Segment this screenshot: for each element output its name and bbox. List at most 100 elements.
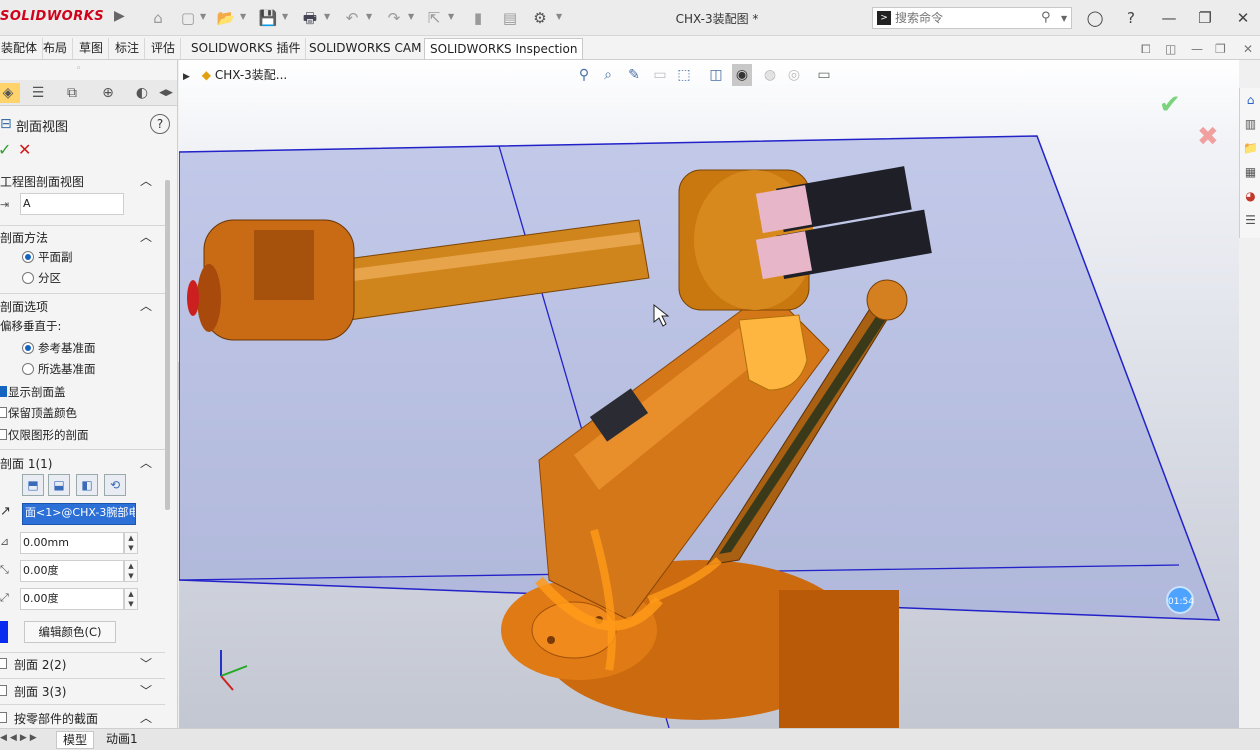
design-library-icon[interactable]: ▥ [1242,116,1259,133]
solidworks-logo[interactable]: SOLIDWORKS [0,9,104,24]
chevron-down-icon[interactable]: ▼ [282,12,288,21]
view-label-field[interactable]: A [20,193,124,215]
checkbox-section3[interactable] [0,685,7,696]
tab-solidworks-cam[interactable]: SOLIDWORKS CAM [304,38,428,59]
chevron-down-icon[interactable]: ﹀ [140,682,152,699]
section-reference-field[interactable]: 面<1>@CHX-3腕部电机 [22,503,136,525]
search-icon[interactable]: ⚲ [1041,10,1051,25]
open-folder-icon[interactable]: 📂 [216,8,236,28]
file-properties-icon[interactable]: ▤ [500,8,520,28]
radio-selected-plane[interactable] [22,363,34,375]
chevron-down-icon[interactable]: ▼ [366,12,372,21]
chevron-down-icon[interactable]: ▼ [408,12,414,21]
feature-tree-root[interactable]: ▶ ◆ CHX-3装配... [183,66,287,83]
radio-reference-plane[interactable] [22,342,34,354]
checkbox-graphics-only[interactable] [0,429,7,440]
chevron-down-icon[interactable]: ▼ [324,12,330,21]
new-document-icon[interactable]: ▢ [178,8,198,28]
minimize-button[interactable]: — [1158,8,1180,28]
chevron-up-icon[interactable]: ︿ [140,228,152,245]
tab-animation[interactable]: 动画1 [100,731,144,749]
edit-color-button[interactable]: 编辑颜色(C) [24,621,116,643]
chevron-down-icon[interactable]: ▼ [556,12,562,21]
redo-icon[interactable]: ↷ [384,8,404,28]
angle-y-field[interactable]: 0.00度 [20,588,124,610]
zoom-area-icon[interactable]: ⌕ [598,64,618,86]
tab-scroll-arrows-icon[interactable]: ◀▶ [154,83,177,103]
chevron-down-icon[interactable]: ﹀ [140,655,152,672]
file-explorer-icon[interactable]: 📁 [1242,140,1259,157]
reverse-direction-icon[interactable]: ⟲ [104,474,126,496]
cancel-corner-close-icon[interactable]: ✖ [1197,122,1219,152]
previous-view-icon[interactable]: ✎ [624,64,644,86]
panel-grip-icon[interactable]: ◦ [76,64,81,74]
edit-appearance-icon[interactable]: ◎ [784,64,804,86]
section-header-section1[interactable]: 剖面 1(1) [0,455,160,473]
display-style-icon[interactable]: ◉ [732,64,752,86]
display-manager-tab-icon[interactable]: ◐ [130,83,154,103]
tile-icon[interactable]: ⧠ [1141,42,1151,57]
radio-planar[interactable] [22,251,34,263]
zoom-to-fit-icon[interactable]: ⚲ [574,64,594,86]
custom-properties-icon[interactable]: ☰ [1242,212,1259,229]
tab-evaluate[interactable]: 评估 [146,38,182,59]
radio-zonal[interactable] [22,272,34,284]
command-search-input[interactable] [895,10,1035,26]
close-icon[interactable]: ✕ [18,140,31,159]
print-icon[interactable]: 🖶 [300,8,320,28]
graphics-viewport[interactable]: ▶ ◆ CHX-3装配... ⚲ ⌕ ✎ ▭ ⬚ ◫ ◉ ◍ ◎ ▭ ✔ ✖ 0… [179,60,1239,728]
angle-y-spinner[interactable]: ▲ ▼ [124,588,138,610]
tab-solidworks-inspection[interactable]: SOLIDWORKS Inspection [424,38,584,59]
tab-model[interactable]: 模型 [56,731,95,749]
offset-spinner[interactable]: ▲ ▼ [124,532,138,554]
tab-sketch[interactable]: 草图 [74,38,110,59]
rebuild-icon[interactable]: ▮ [468,8,488,28]
expand-arrow-icon[interactable]: ▶ [183,72,190,82]
appearances-icon[interactable]: ◕ [1242,188,1259,205]
angle-x-field[interactable]: 0.00度 [20,560,124,582]
home-icon[interactable]: ⌂ [1242,92,1259,109]
checkbox-show-cap[interactable] [0,386,7,397]
chevron-down-icon[interactable]: ▼ [448,12,454,21]
menu-expand-icon[interactable]: ▶ [114,8,125,24]
chevron-down-icon[interactable]: ▼ [240,12,246,21]
offset-distance-field[interactable]: 0.00mm [20,532,124,554]
section-header-options[interactable]: 剖面选项 [0,298,160,316]
select-cursor-icon[interactable]: ⇱ [424,8,444,28]
chevron-up-icon[interactable]: ︿ [140,454,152,471]
checkmark-icon[interactable]: ✓ [0,140,11,159]
undo-icon[interactable]: ↶ [342,8,362,28]
dynamic-annotation-icon[interactable]: ⬚ [674,64,694,86]
tab-nav-arrows-icon[interactable]: ◀◀▶▶ [0,733,40,743]
section-header-method[interactable]: 剖面方法 [0,229,160,247]
feature-manager-tab-icon[interactable]: ◈ [0,83,20,103]
angle-x-spinner[interactable]: ▲ ▼ [124,560,138,582]
command-search[interactable]: > ⚲ ▼ [872,7,1072,29]
close-doc-icon[interactable]: ✕ [1243,42,1253,56]
section-header-drawing-view[interactable]: 工程图剖面视图 [0,173,160,191]
tab-layout[interactable]: 布局 [38,38,74,59]
section-view-icon[interactable]: ▭ [650,64,670,86]
dimxpert-tab-icon[interactable]: ⊕ [96,83,120,103]
restore-button[interactable]: ❐ [1194,8,1216,28]
view-palette-icon[interactable]: ▦ [1242,164,1259,181]
plane-right-icon[interactable]: ◧ [76,474,98,496]
panel-scrollbar[interactable] [165,180,170,510]
options-gear-icon[interactable]: ⚙ [530,8,550,28]
close-window-button[interactable]: ✕ [1232,8,1254,28]
chevron-up-icon[interactable]: ︿ [140,297,152,314]
confirm-corner-checkmark-icon[interactable]: ✔ [1159,90,1181,120]
chevron-up-icon[interactable]: ︿ [140,172,152,189]
tile-icon[interactable]: ◫ [1165,42,1176,56]
help-icon[interactable]: ? [1120,8,1142,28]
tab-solidworks-addins[interactable]: SOLIDWORKS 插件 [186,38,307,59]
restore-doc-icon[interactable]: ❐ [1215,42,1226,56]
minimize-doc-icon[interactable]: — [1191,42,1203,56]
hide-show-items-icon[interactable]: ◍ [760,64,780,86]
plane-front-icon[interactable]: ⬒ [22,474,44,496]
chevron-down-icon[interactable]: ▼ [1061,14,1067,23]
user-account-icon[interactable]: ◯ [1084,8,1106,28]
view-settings-icon[interactable]: ▭ [814,64,834,86]
checkbox-component-section[interactable] [0,712,7,723]
tab-assembly[interactable]: 装配体 [0,38,44,59]
